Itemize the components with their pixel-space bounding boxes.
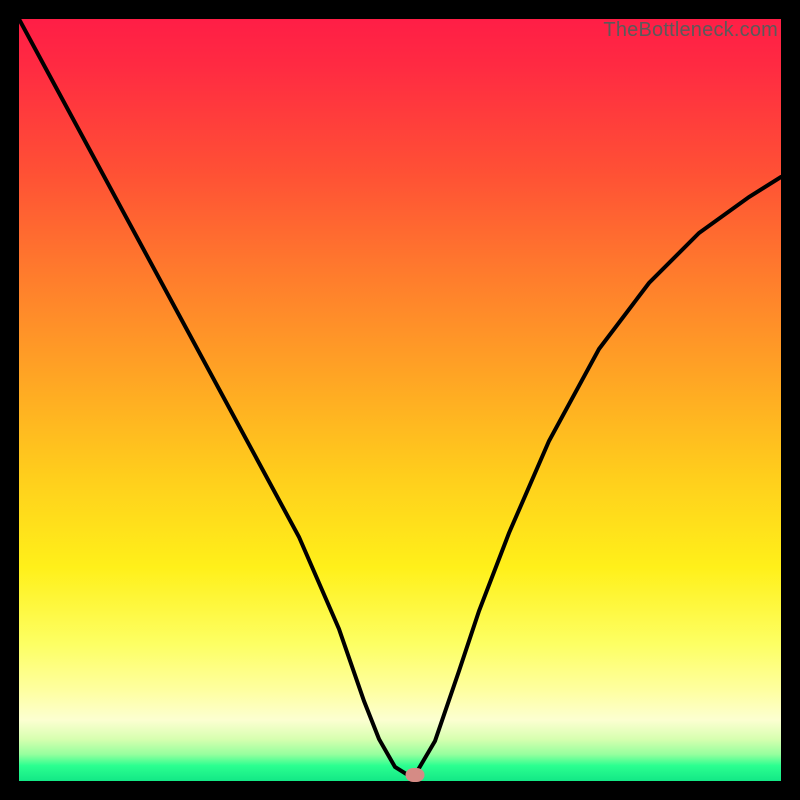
optimum-marker [406,768,425,782]
bottleneck-curve [19,19,781,781]
chart-frame: TheBottleneck.com [19,19,781,781]
attribution-text: TheBottleneck.com [603,19,778,42]
